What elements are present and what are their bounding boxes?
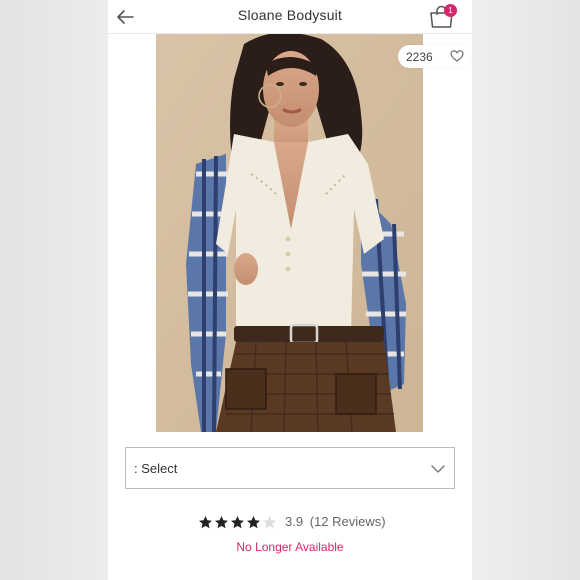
chevron-down-icon (431, 465, 445, 473)
heart-icon (450, 50, 464, 62)
like-count: 2236 (406, 49, 433, 64)
back-button[interactable] (114, 6, 136, 28)
page-title: Sloane Bodysuit (237, 7, 343, 23)
background-right (472, 0, 580, 580)
rating-summary[interactable]: 3.9 (12 Reviews) (285, 514, 389, 529)
background-left (0, 0, 108, 580)
star-filled-icon (215, 515, 228, 528)
top-bar: Sloane Bodysuit 1 (108, 0, 472, 34)
product-image[interactable] (156, 34, 423, 432)
phone-screen: Sloane Bodysuit 1 2236: Select 3.9 (12 … (108, 0, 472, 580)
cart-count-badge: 1 (444, 4, 457, 17)
star-empty-icon (263, 515, 276, 528)
availability-status: No Longer Available (236, 540, 344, 554)
star-filled-icon (199, 515, 212, 528)
star-filled-icon (231, 515, 244, 528)
size-dropdown-label: : Select (134, 461, 178, 476)
reviews-count: (12 Reviews) (309, 514, 386, 529)
star-filled-icon (247, 515, 260, 528)
size-dropdown[interactable]: : Select (125, 447, 455, 489)
rating-value: 3.9 (285, 514, 304, 529)
like-button[interactable]: 2236 (398, 45, 470, 68)
arrow-left-icon (117, 10, 134, 24)
rating-stars (198, 513, 278, 531)
